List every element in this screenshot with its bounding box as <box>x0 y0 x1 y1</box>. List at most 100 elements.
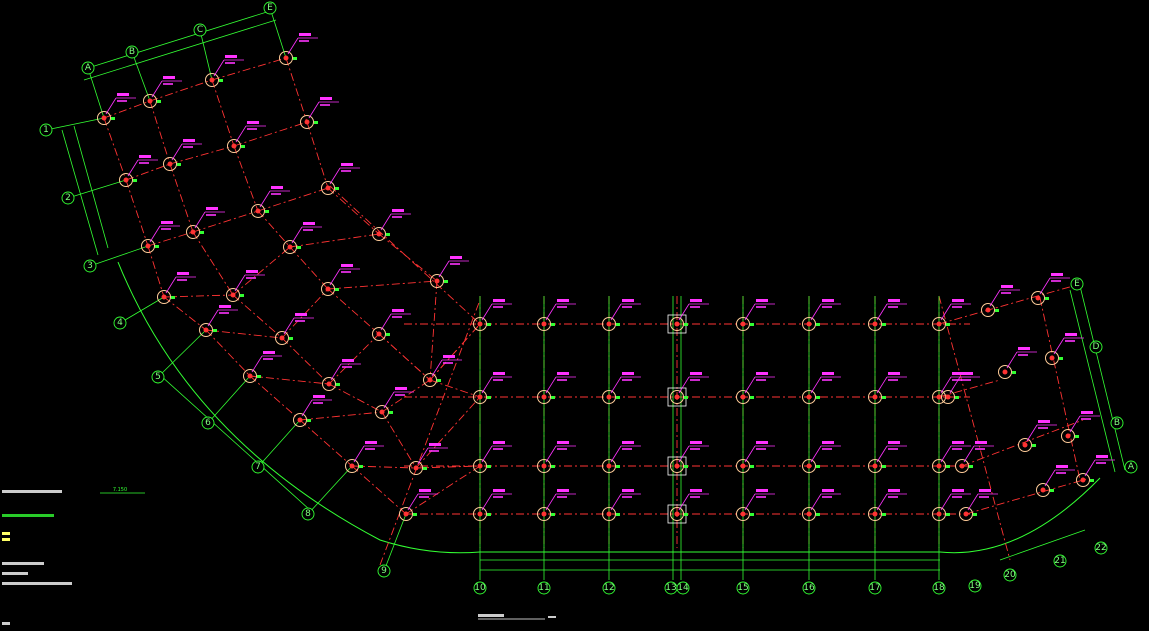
column-mid-1-3-core <box>674 394 680 400</box>
column-mid-2-3-tag-sub <box>690 448 700 450</box>
column-mid-2-2-tag <box>622 441 634 444</box>
column-mid-3-6-marker <box>882 513 886 516</box>
column-mid-0-7-core <box>936 321 942 327</box>
column-left-1-3-tag-sub <box>320 104 330 106</box>
column-left-8-0-core <box>403 511 409 517</box>
column-right-0-1-core <box>1035 295 1041 301</box>
column-mid-2-4-marker <box>750 465 754 468</box>
column-left-0-1-tag <box>163 76 175 79</box>
column-left-7-0-core <box>349 463 355 469</box>
column-left-6-1-core <box>379 409 385 415</box>
column-mid-2-2-tag-sub <box>622 448 632 450</box>
column-left-5-0-marker <box>257 375 261 378</box>
axis-bubble-left-8-label: 9 <box>381 566 387 576</box>
column-mid-0-0-marker <box>487 323 491 326</box>
axis-bubble-left-2-label: 3 <box>87 261 93 271</box>
column-left-8-0-tag <box>419 489 431 492</box>
column-left-5-1-tag <box>342 359 354 362</box>
column-left-5-0-core <box>247 373 253 379</box>
column-mid-3-0-tag-sub <box>493 496 503 498</box>
column-right-3-1-tag-sub <box>1096 462 1106 464</box>
column-mid-3-2-tag-sub <box>622 496 632 498</box>
column-left-4-2-tag-sub <box>341 271 351 273</box>
column-right-4-1-core <box>945 394 951 400</box>
column-mid-3-1-tag-sub <box>557 496 567 498</box>
column-left-4-1-tag <box>295 313 307 316</box>
column-right-3-1-tag <box>1096 455 1108 458</box>
column-left-3-0-core <box>161 294 167 300</box>
column-right-2-0-tag <box>1038 420 1050 423</box>
column-left-3-3-marker <box>386 233 390 236</box>
column-right-5-0-core <box>963 511 969 517</box>
column-mid-3-1-marker <box>551 513 555 516</box>
axis-bubble-bottom-7-label: 17 <box>869 583 880 593</box>
column-mid-0-2-marker <box>616 323 620 326</box>
axis-bubble-left-7-label: 8 <box>305 509 311 519</box>
column-mid-1-4-marker <box>750 396 754 399</box>
column-left-6-0-marker <box>307 419 311 422</box>
column-left-5-2-tag <box>392 309 404 312</box>
column-mid-1-7-tag-sub <box>952 379 962 381</box>
column-mid-2-3-core <box>674 463 680 469</box>
column-left-0-0-tag-sub <box>117 100 127 102</box>
column-left-4-1-tag-sub <box>295 320 305 322</box>
column-left-1-1-tag-sub <box>183 146 193 148</box>
column-left-5-0-tag <box>263 351 275 354</box>
axis-bubble-left-3-label: 4 <box>117 318 123 328</box>
column-left-0-0-marker <box>111 117 115 120</box>
column-mid-0-7-marker <box>946 323 950 326</box>
column-left-1-0-marker <box>133 179 137 182</box>
column-mid-2-2-core <box>606 463 612 469</box>
column-mid-2-2-marker <box>616 465 620 468</box>
column-right-4-0-marker <box>969 465 973 468</box>
column-left-3-0-tag-sub <box>177 279 187 281</box>
column-left-1-1-tag <box>183 139 195 142</box>
column-left-0-2-tag-sub <box>225 62 235 64</box>
column-right-1-1-marker <box>1059 357 1063 360</box>
column-left-1-0-tag <box>139 155 151 158</box>
column-mid-1-0-tag <box>493 372 505 375</box>
column-left-5-2-core <box>376 331 382 337</box>
column-left-2-0-tag <box>161 221 173 224</box>
column-left-1-0-core <box>123 177 129 183</box>
column-left-0-3-marker <box>293 57 297 60</box>
cad-drawing-canvas: ABCE12345678910 11 12 13 14 15 16 17 18 19202122E… <box>0 0 1149 631</box>
column-mid-0-4-tag-sub <box>756 306 766 308</box>
column-left-0-2-tag <box>225 55 237 58</box>
column-left-0-3-tag-sub <box>299 40 309 42</box>
axis-bubble-bottom-1-label: 11 <box>538 583 549 593</box>
column-mid-0-0-tag <box>493 299 505 302</box>
column-mid-2-4-tag-sub <box>756 448 766 450</box>
column-right-2-0-tag-sub <box>1038 427 1048 429</box>
column-left-6-1-marker <box>389 411 393 414</box>
column-mid-0-1-tag <box>557 299 569 302</box>
column-left-6-1-tag <box>395 387 407 390</box>
column-left-3-1-tag <box>246 270 258 273</box>
column-mid-1-1-marker <box>551 396 555 399</box>
column-left-6-0-core <box>297 417 303 423</box>
axis-bubble-top-0-label: A <box>85 63 92 73</box>
column-left-1-2-marker <box>241 145 245 148</box>
column-left-5-3-tag <box>443 355 455 358</box>
column-right-1-1-tag <box>1065 333 1077 336</box>
column-mid-0-4-core <box>740 321 746 327</box>
column-left-2-0-tag-sub <box>161 228 171 230</box>
axis-bubble-bottom-9-label: 19 <box>969 581 981 591</box>
column-left-7-1-core <box>413 465 419 471</box>
column-mid-2-6-marker <box>882 465 886 468</box>
column-right-4-0-tag-sub <box>975 448 985 450</box>
column-left-4-1-core <box>279 335 285 341</box>
column-left-0-0-tag <box>117 93 129 96</box>
column-mid-0-2-tag-sub <box>622 306 632 308</box>
column-left-2-0-core <box>145 243 151 249</box>
column-mid-2-0-marker <box>487 465 491 468</box>
column-left-4-2-tag <box>341 264 353 267</box>
column-right-1-0-tag <box>1018 347 1030 350</box>
column-left-7-0-tag-sub <box>365 448 375 450</box>
column-left-1-3-core <box>304 119 310 125</box>
column-left-6-0-tag-sub <box>313 402 323 404</box>
axis-bubble-bottom-8-label: 18 <box>933 583 945 593</box>
column-left-2-0-marker <box>155 245 159 248</box>
column-right-3-1-marker <box>1090 479 1094 482</box>
column-mid-2-1-core <box>541 463 547 469</box>
